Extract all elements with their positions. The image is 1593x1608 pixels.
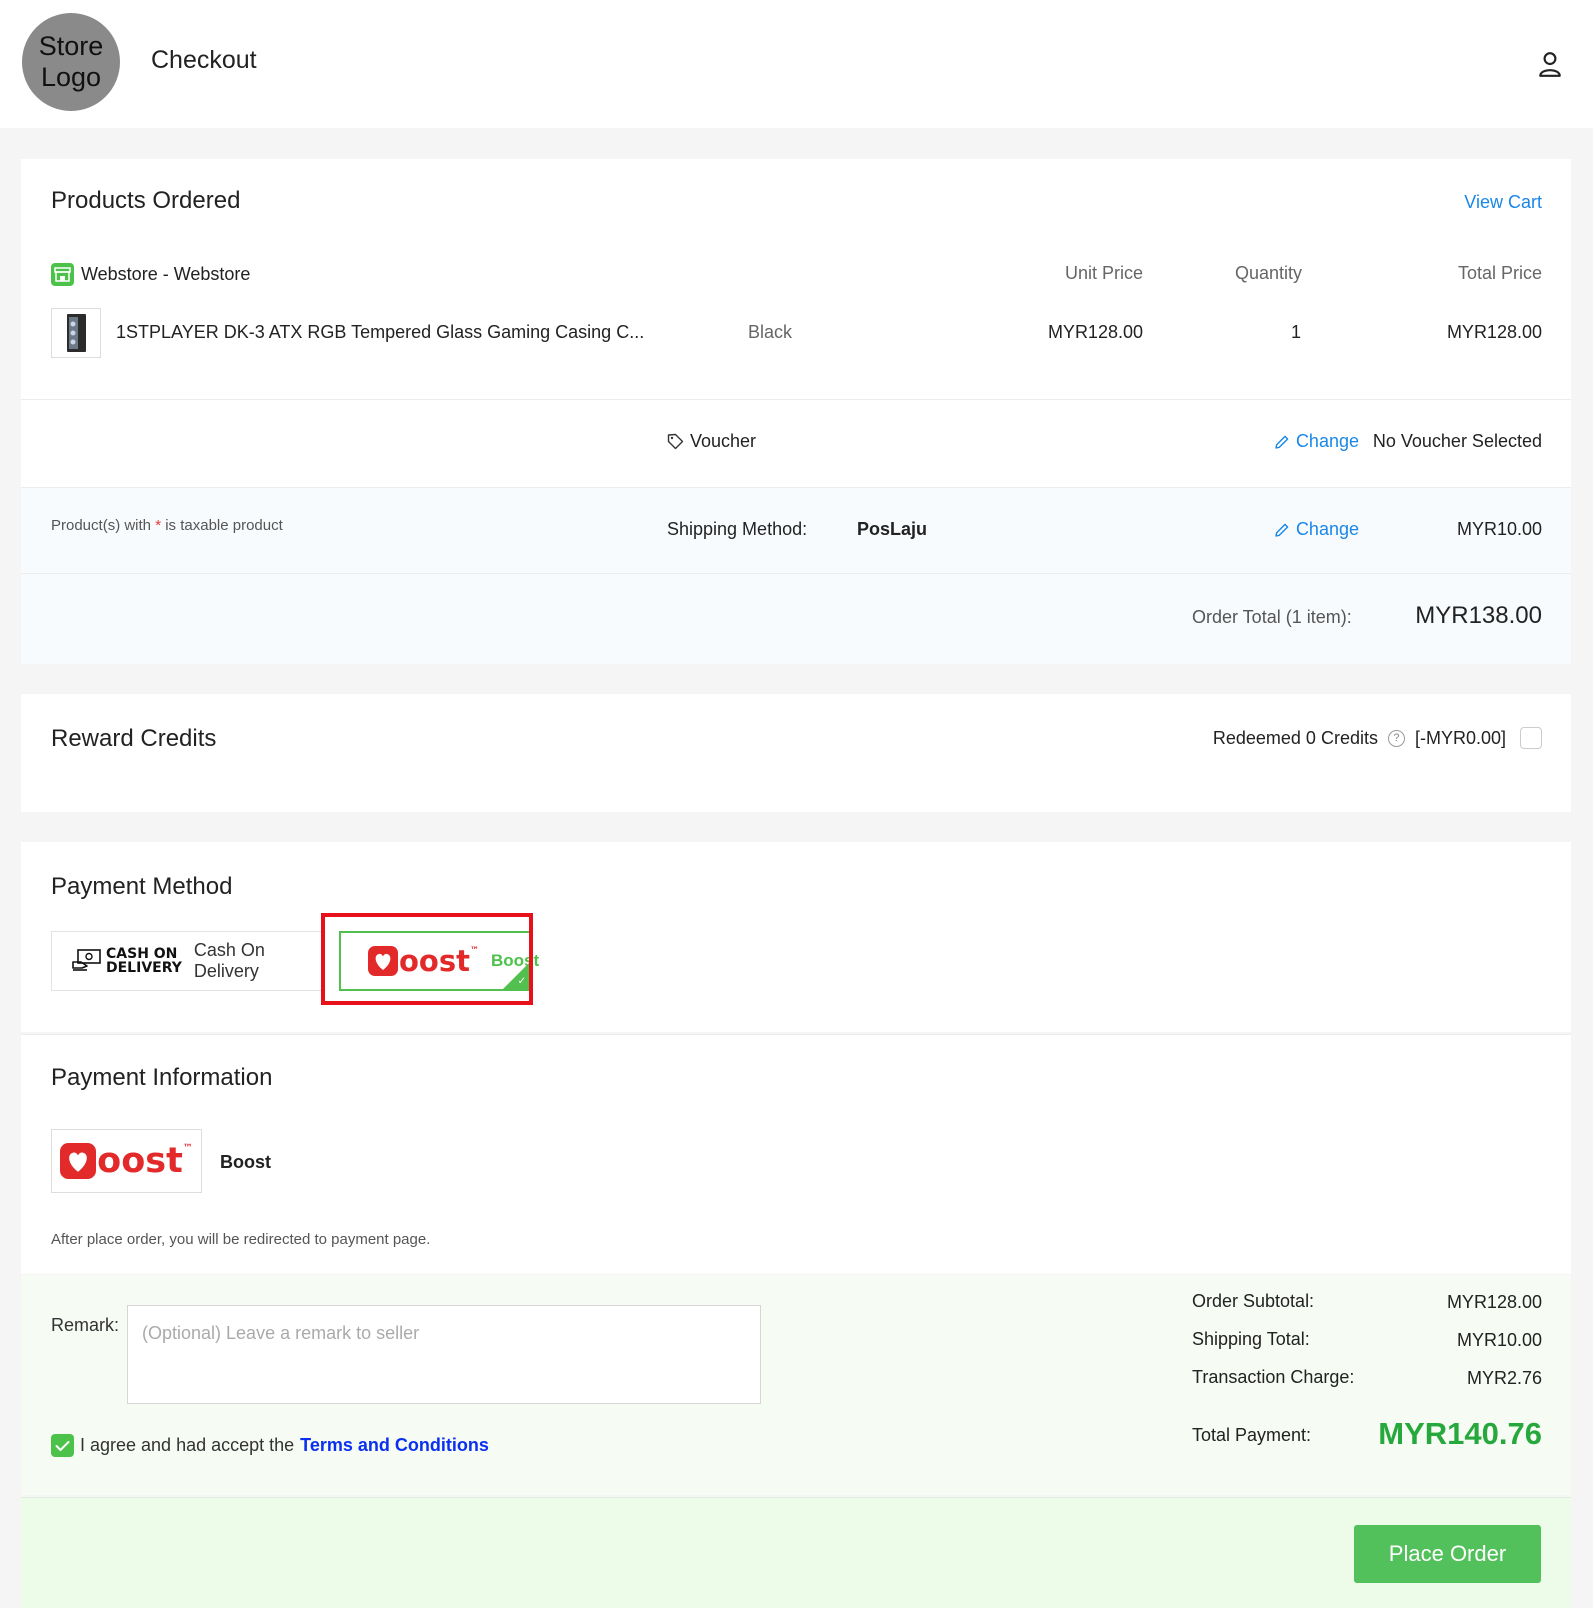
subtotal-label: Order Subtotal:	[1192, 1291, 1315, 1311]
voucher-status: No Voucher Selected	[1372, 431, 1542, 451]
col-quantity: Quantity	[1234, 263, 1302, 283]
boost-heart-icon	[60, 1143, 97, 1179]
order-total-label: Order Total (1 item):	[1192, 607, 1352, 627]
total-payment-value: MYR140.76	[1378, 1416, 1542, 1451]
store-logo[interactable]: Store Logo	[22, 13, 120, 111]
payment-option-cod[interactable]: CASH ON DELIVERY Cash On Delivery	[51, 931, 324, 991]
shipping-total-label: Shipping Total:	[1192, 1329, 1310, 1349]
product-quantity: 1	[1290, 322, 1301, 342]
divider	[21, 399, 1571, 400]
cash-icon	[72, 949, 101, 971]
cod-badge: CASH ON DELIVERY	[72, 947, 182, 975]
products-ordered-card: Products Ordered View Cart Webstore - We…	[21, 159, 1571, 664]
place-order-button[interactable]: Place Order	[1354, 1525, 1541, 1583]
remark-input[interactable]	[127, 1305, 761, 1404]
selection-highlight	[321, 913, 533, 1005]
store-row: Webstore - Webstore	[51, 263, 250, 286]
transaction-charge-label: Transaction Charge:	[1192, 1367, 1355, 1387]
shipping-change-link[interactable]: Change	[1274, 519, 1359, 540]
user-icon[interactable]	[1537, 50, 1563, 78]
view-cart-link[interactable]: View Cart	[1464, 192, 1542, 213]
boost-logo: oost ™	[51, 1129, 202, 1193]
agree-text: I agree and had accept the	[80, 1435, 295, 1455]
pencil-icon	[1275, 523, 1289, 537]
col-unit-price: Unit Price	[1064, 263, 1143, 283]
subtotal-value: MYR128.00	[1446, 1292, 1542, 1312]
redeem-checkbox[interactable]	[1520, 727, 1542, 749]
product-unit-price: MYR128.00	[1047, 322, 1143, 342]
redeem-amount: [-MYR0.00]	[1414, 727, 1506, 748]
shipping-total-value: MYR10.00	[1456, 1330, 1542, 1350]
shipping-method-label: Shipping Method:	[667, 519, 808, 539]
payment-method-title: Payment Method	[51, 873, 233, 900]
divider	[21, 1034, 1571, 1035]
divider	[21, 573, 1571, 574]
payment-info-note: After place order, you will be redirecte…	[51, 1231, 431, 1248]
shipping-price: MYR10.00	[1456, 519, 1542, 539]
payment-info-title: Payment Information	[51, 1064, 273, 1091]
reward-title: Reward Credits	[51, 725, 217, 752]
cod-label: Cash On Delivery	[193, 940, 265, 981]
pencil-icon	[1275, 435, 1289, 449]
divider	[21, 1497, 1571, 1498]
store-name: Webstore - Webstore	[81, 264, 251, 284]
col-total-price: Total Price	[1457, 263, 1542, 283]
payment-information-card: Payment Information oost ™ Boost After pl…	[21, 1034, 1571, 1274]
voucher-change-link[interactable]: Change	[1274, 431, 1359, 452]
redeemed-credits: Redeemed 0 Credits	[1212, 727, 1378, 748]
voucher-label: Voucher	[667, 431, 756, 452]
page-title: Checkout	[151, 46, 257, 74]
help-icon[interactable]: ?	[1387, 729, 1405, 747]
product-thumbnail[interactable]	[51, 308, 101, 358]
order-summary-card: Remark: I agree and had accept the Terms…	[21, 1275, 1571, 1495]
remark-label: Remark:	[51, 1315, 120, 1335]
header: Store Logo Checkout	[0, 0, 1593, 128]
product-total-price: MYR128.00	[1446, 322, 1542, 342]
shipping-section	[21, 488, 1571, 664]
product-variant: Black	[748, 322, 793, 342]
shipping-method-value: PosLaju	[857, 519, 928, 539]
taxable-note: Product(s) with * is taxable product	[51, 517, 283, 534]
product-name[interactable]: 1STPLAYER DK-3 ATX RGB Tempered Glass Ga…	[116, 322, 644, 343]
checkout-footer: Place Order	[21, 1497, 1571, 1608]
order-total-value: MYR138.00	[1415, 602, 1542, 629]
reward-redeem: Redeemed 0 Credits ? [-MYR0.00]	[1213, 727, 1542, 749]
taxable-star: *	[155, 517, 162, 534]
payment-method-card: Payment Method CASH ON DELIVERY Cash On D…	[21, 842, 1571, 1032]
products-title: Products Ordered	[51, 187, 241, 214]
reward-credits-card: Reward Credits Redeemed 0 Credits ? [-MY…	[21, 694, 1571, 812]
terms-link[interactable]: Terms and Conditions	[300, 1435, 489, 1456]
store-icon	[51, 263, 74, 286]
tag-icon	[667, 433, 684, 450]
total-payment-label: Total Payment:	[1192, 1425, 1312, 1445]
transaction-charge-value: MYR2.76	[1466, 1368, 1542, 1388]
terms-agreement: I agree and had accept the Terms and Con…	[51, 1434, 489, 1457]
check-icon	[55, 1440, 70, 1451]
payment-info-name: Boost	[220, 1152, 271, 1172]
terms-checkbox[interactable]	[51, 1434, 74, 1457]
